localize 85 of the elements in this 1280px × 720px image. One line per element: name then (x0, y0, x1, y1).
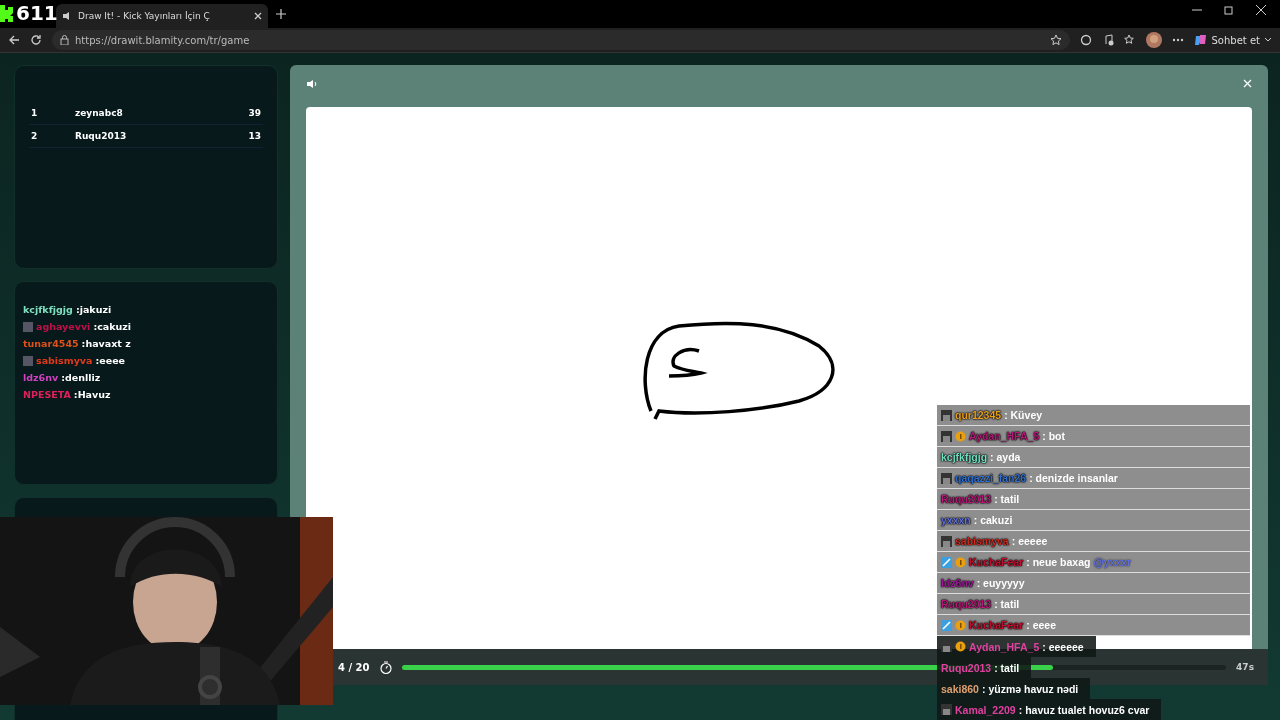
player-name: zeynabc8 (75, 108, 124, 118)
lock-icon (60, 35, 69, 45)
chat-username: sabismyva (955, 535, 1009, 547)
copilot-button[interactable]: Sohbet et (1193, 33, 1272, 47)
avatar-icon (941, 472, 952, 484)
speaker-icon (62, 11, 72, 21)
player-score: 13 (248, 131, 261, 141)
chat-username: saki860 (941, 682, 979, 695)
reload-icon[interactable] (30, 34, 42, 46)
avatar-icon (941, 430, 952, 442)
player-name: Ruqu2013 (75, 131, 128, 141)
chat-message: :eeee (95, 355, 126, 366)
chat-username: KuchaFear (969, 556, 1024, 568)
new-tab-icon[interactable] (276, 9, 286, 19)
address-bar[interactable]: https://drawit.blamity.com/tr/game (52, 30, 1070, 50)
chat-username: qaqazzi_fan26 (955, 472, 1027, 484)
chat-message: : eeeee (1011, 535, 1048, 547)
chat-message: : denizde insanlar (1029, 472, 1118, 484)
avatar-icon (941, 535, 952, 547)
chat-username: Ruqu2013 (941, 598, 992, 610)
coin-icon (955, 641, 966, 652)
avatar-icon (941, 704, 952, 715)
chat-username: kcjfkfjgjg (941, 451, 988, 463)
close-icon[interactable] (254, 12, 262, 20)
rank-number: 1 (31, 108, 39, 118)
coin-icon (955, 556, 966, 568)
time-remaining: 47s (1236, 662, 1254, 672)
chevron-down-icon (1264, 37, 1272, 43)
chat-username: NPESETA (23, 389, 71, 400)
chat-message: : bot (1042, 430, 1065, 442)
coin-icon (955, 430, 966, 442)
chat-username: Aydan_HFA_5 (969, 430, 1040, 442)
chat-message: : cakuzi (973, 514, 1013, 526)
chat-message: : eeee (1026, 619, 1057, 631)
speaker-icon[interactable] (306, 79, 318, 89)
restore-icon[interactable] (1224, 5, 1234, 15)
avatar-icon (941, 641, 952, 652)
chat-message: : eeeeee (1042, 640, 1084, 653)
stopwatch-icon (379, 660, 392, 674)
chat-username: tunar4545 (23, 338, 79, 349)
avatar-icon (941, 409, 952, 421)
chat-message: : tatil (994, 598, 1020, 610)
chat-message: :denlliz (61, 372, 101, 383)
chat-message: : tatil (994, 661, 1020, 674)
profile-avatar-icon[interactable] (1145, 32, 1162, 48)
chat-username: Kamal_2209 (955, 703, 1016, 716)
chat-username: ldz6nv (23, 372, 59, 383)
kick-logo-icon (0, 3, 14, 23)
chat-username: qur12345 (955, 409, 1002, 421)
avatar-icon (23, 355, 33, 366)
sword-icon (941, 619, 952, 631)
chat-message: : euyyyyy (976, 577, 1025, 589)
chat-message: : neue baxag (1026, 556, 1091, 568)
player-score: 39 (248, 108, 261, 118)
viewer-counter: 611 (16, 1, 58, 25)
coin-icon (955, 619, 966, 631)
round-counter: 4 / 20 (338, 661, 370, 673)
sword-icon (941, 556, 952, 568)
avatar-icon (23, 321, 33, 332)
browser-tab[interactable]: Draw It! - Kick Yayınları İçin Ç (56, 4, 268, 28)
chat-username: Aydan_HFA_5 (969, 640, 1040, 653)
chat-username: KuchaFear (969, 619, 1024, 631)
chat-message: : tatil (994, 493, 1020, 505)
chat-message: :Havuz (73, 389, 111, 400)
chat-message: :cakuzi (93, 321, 132, 332)
chat-username: sabismyva (36, 355, 93, 366)
chat-username: kcjfkfjgjg (23, 304, 73, 315)
rank-number: 2 (31, 131, 39, 141)
chat-username: aghayevvi (36, 321, 91, 332)
chat-message: : yüzmə havuz nədi (981, 682, 1079, 695)
chat-message: : Küvey (1004, 409, 1043, 421)
copilot-icon (1193, 33, 1208, 47)
close-icon[interactable] (1256, 5, 1266, 15)
more-icon[interactable] (1171, 38, 1184, 42)
chat-message: :havaxt z (81, 338, 131, 349)
star-icon[interactable] (1049, 34, 1062, 46)
back-icon[interactable] (8, 34, 20, 46)
favorites-icon[interactable] (1123, 34, 1136, 46)
chat-username: Ruqu2013 (941, 493, 992, 505)
chat-message: : havuz tualet hovuz6 cvar (1018, 703, 1150, 716)
chat-message: : ayda (990, 451, 1021, 463)
chat-username: ldz6nv (941, 577, 974, 589)
chat-username: Ruqu2013 (941, 661, 992, 674)
chat-username: yxxxn (941, 514, 971, 526)
chat-message: :jakuzi (75, 304, 112, 315)
